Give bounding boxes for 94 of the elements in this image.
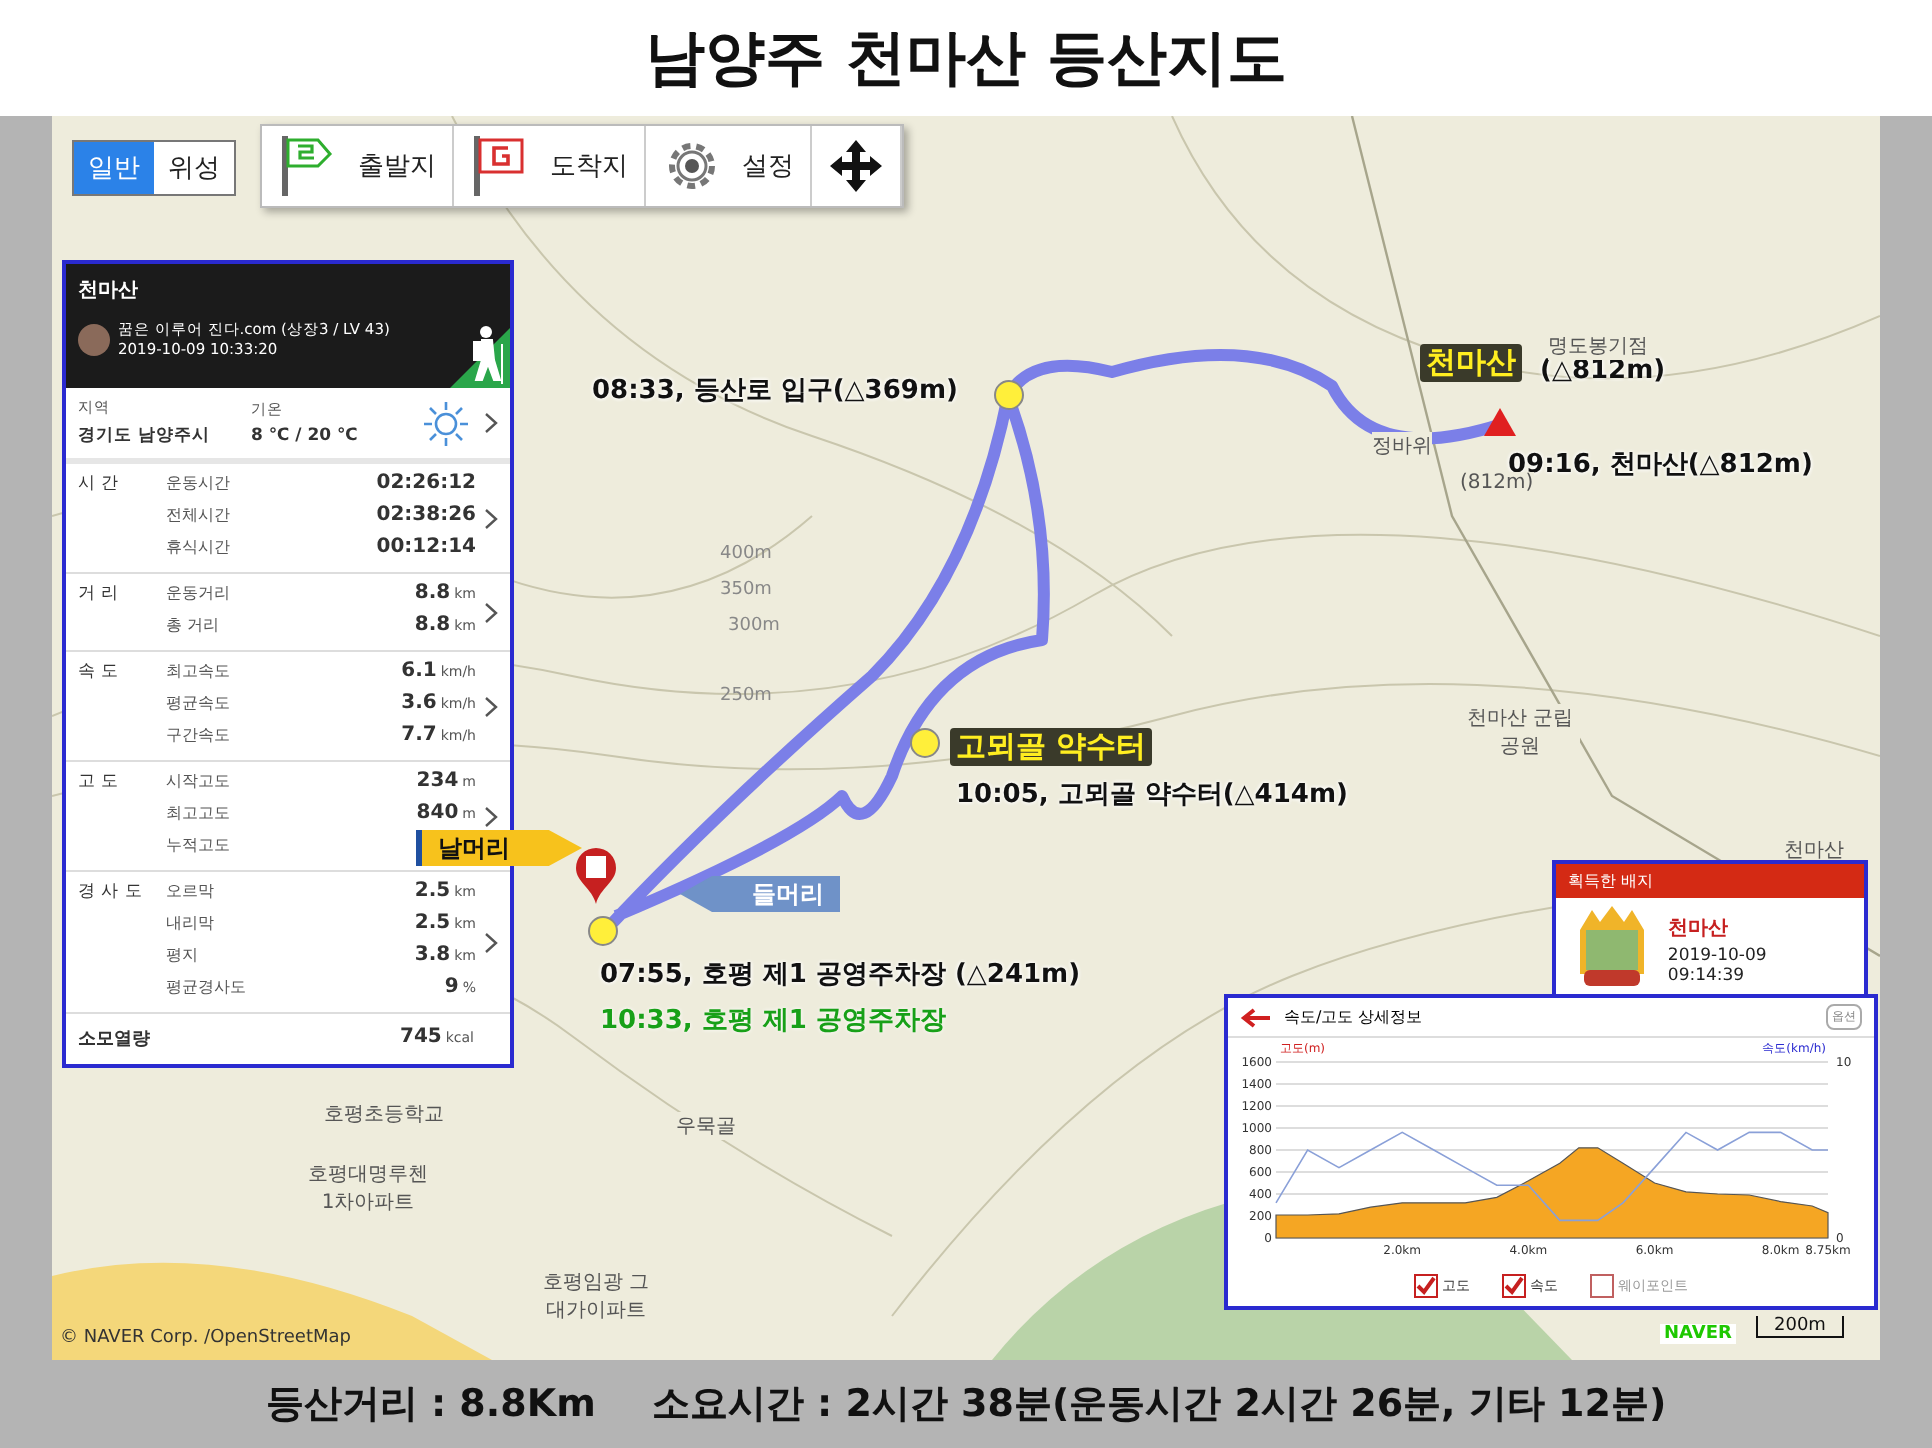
map-label: 호평대명루첸 1차아파트 (308, 1160, 428, 1216)
legend-checkbox[interactable] (1590, 1274, 1614, 1298)
trail-arrow-callout: 날머리 (416, 830, 582, 866)
map-label: 10:05, 고뫼골 약수터(△414m) (956, 778, 1348, 812)
map-label: (812m) (1460, 472, 1534, 494)
map-scale-bar: 200m (1756, 1316, 1844, 1338)
stat-value: 02:26:12 (376, 472, 476, 494)
record-title: 천마산 (78, 278, 140, 304)
stat-value: 02:38:26 (376, 504, 476, 526)
stat-value: 2.5 (414, 880, 451, 902)
map-type-tab[interactable]: 일반 (74, 142, 154, 194)
stat-label: 평지 (166, 944, 198, 966)
stat-label: 운동거리 (166, 582, 230, 604)
flag-icon (470, 136, 530, 196)
chevron-right-icon[interactable] (484, 507, 498, 529)
stat-value: 8.8 (414, 582, 451, 604)
sun-icon (424, 401, 468, 445)
map-logo: NAVER (1660, 1324, 1736, 1344)
section-label: 고 도 (78, 770, 122, 794)
trail-arrow-callout: 들머리 (680, 876, 840, 912)
stat-value: 9 (444, 976, 459, 998)
stat-label: 시작고도 (166, 770, 230, 792)
stat-value: 7.7 (401, 724, 437, 746)
stat-label: 최고고도 (166, 802, 230, 824)
section-label: 거 리 (78, 582, 122, 606)
map-label: (△812m) (1540, 356, 1666, 386)
waypoint-marker (910, 728, 940, 758)
map-label: 호평초등학교 (324, 1100, 444, 1128)
region-value: 경기도 남양주시 (78, 424, 212, 448)
flag-icon (278, 136, 338, 196)
badge-datetime: 2019-10-09 09:14:39 (1667, 946, 1769, 986)
stat-label: 총 거리 (166, 614, 220, 636)
map-label: 10:33, 호평 제1 공영주차장 (600, 1004, 946, 1038)
map-label: 250m (720, 686, 772, 706)
hike-summary-text: 소요시간 : 2시간 38분(운동시간 2시간 26분, 기타 12분) (651, 1380, 1667, 1430)
chevron-right-icon[interactable] (484, 695, 498, 717)
section-label: 경 사 도 (78, 880, 145, 904)
stat-value: 00:12:14 (376, 536, 476, 558)
chart-title: 속도/고도 상세정보 (1284, 1006, 1425, 1028)
map-label: 명도봉기점 (1548, 332, 1648, 360)
stat-label: 평균경사도 (166, 976, 246, 998)
chevron-right-icon[interactable] (484, 805, 498, 827)
legend-checkbox[interactable] (1414, 1274, 1438, 1298)
waypoint-marker (994, 380, 1024, 410)
hike-summary-text: 등산거리 : 8.8Km (265, 1380, 596, 1430)
stat-label: 구간속도 (166, 724, 230, 746)
stat-label: 내리막 (166, 912, 214, 934)
section-label: 시 간 (78, 472, 122, 496)
map-label: 400m (720, 544, 772, 564)
map-type-tab[interactable]: 위성 (154, 142, 234, 194)
map-label: 천마산 (1420, 344, 1522, 382)
stat-value: 6.1 (401, 660, 437, 682)
temperature-value: 8 ℃ / 20 ℃ (251, 426, 360, 446)
map-label: 300m (728, 616, 780, 636)
stat-label: 평균속도 (166, 692, 230, 714)
toolbar-button[interactable]: 설정 (646, 126, 812, 206)
toolbar-button[interactable]: 출발지 (262, 126, 454, 206)
stat-label: 전체시간 (166, 504, 230, 526)
stat-value: 3.8 (414, 944, 451, 966)
map-label: 정바위 (1372, 432, 1432, 460)
avatar (78, 323, 110, 355)
toolbar-button[interactable]: 도착지 (454, 126, 646, 206)
calories-label: 소모열량 (78, 1028, 150, 1052)
stat-value: 234 (416, 770, 459, 792)
chevron-right-icon[interactable] (484, 412, 498, 434)
toolbar-button[interactable] (812, 126, 902, 206)
stat-label: 누적고도 (166, 834, 230, 856)
stat-value: 2.5 (414, 912, 451, 934)
calories-value: 745 (399, 1026, 442, 1048)
move-icon (828, 138, 884, 194)
map-label: 08:33, 등산로 입구(△369m) (592, 374, 958, 408)
map-label: 우묵골 (676, 1112, 736, 1140)
map-label: 07:55, 호평 제1 공영주차장 (△241m) (600, 958, 1081, 992)
map-attribution: © NAVER Corp. /OpenStreetMap (60, 1328, 351, 1348)
chevron-right-icon[interactable] (484, 601, 498, 623)
map-label: 350m (720, 580, 772, 600)
summit-triangle-icon (1484, 408, 1516, 436)
stat-value: 8.8 (414, 614, 451, 636)
stat-label: 오르막 (166, 880, 214, 902)
stat-label: 운동시간 (166, 472, 230, 494)
stat-value: 840 (416, 802, 459, 824)
stat-label: 최고속도 (166, 660, 230, 682)
goal-pin-icon (576, 848, 616, 904)
legend-checkbox[interactable] (1502, 1274, 1526, 1298)
stat-value: 3.6 (401, 692, 437, 714)
waypoint-marker (588, 916, 618, 946)
badge-name: 천마산 (1667, 916, 1730, 942)
map-label: 고뫼골 약수터 (950, 728, 1153, 766)
badge-panel-header: 획득한 배지 (1556, 864, 1864, 898)
map-title: 남양주 천마산 등산지도 (645, 21, 1287, 97)
section-label: 속 도 (78, 660, 122, 684)
chevron-right-icon[interactable] (484, 931, 498, 953)
stat-label: 휴식시간 (166, 536, 230, 558)
back-arrow-icon[interactable] (1240, 1007, 1272, 1027)
